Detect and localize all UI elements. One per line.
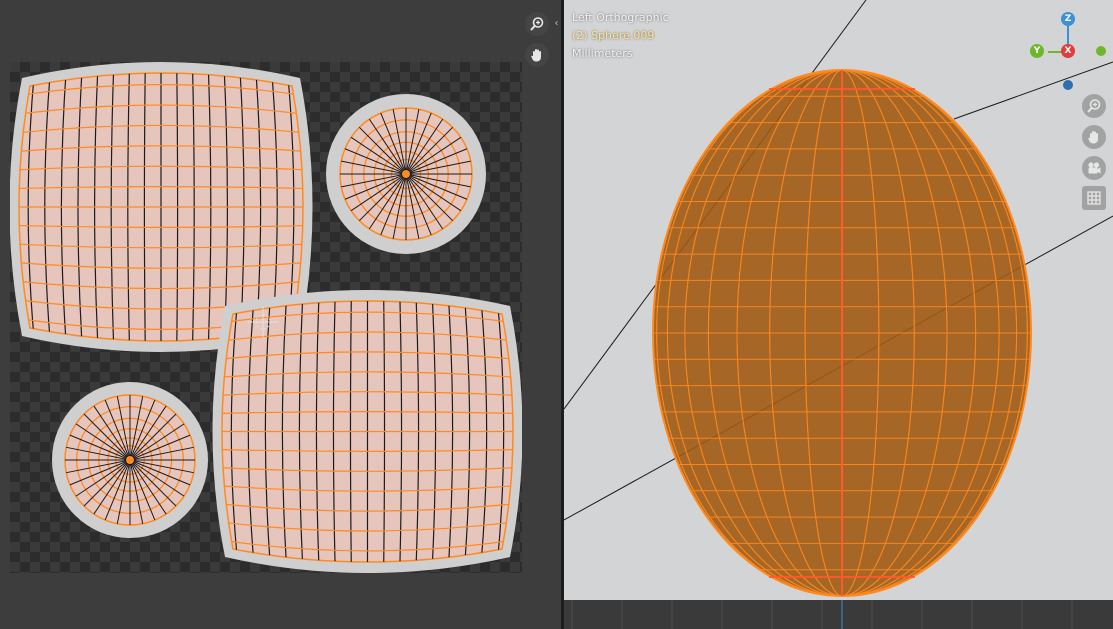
gizmo-y-axis[interactable]: Y (1030, 44, 1044, 58)
uv-canvas[interactable] (10, 62, 522, 573)
units-label: Millimeters (572, 47, 633, 60)
sidebar-collapse-arrow[interactable]: ‹ (552, 18, 561, 30)
uv-island-cap[interactable] (52, 382, 208, 538)
uv-island-body[interactable] (205, 270, 522, 573)
uv-island-cap[interactable] (326, 94, 486, 254)
3d-viewport[interactable]: Left Orthographic (2) Sphere.009 Millime… (564, 0, 1113, 629)
uv-editor-panel: ‹ (0, 0, 561, 629)
gizmo-z-axis[interactable]: Z (1061, 12, 1075, 26)
object-name-label: (2) Sphere.009 (572, 29, 655, 42)
camera-icon[interactable] (1082, 156, 1106, 180)
zoom-icon[interactable] (1082, 94, 1106, 118)
gizmo-x-axis[interactable]: X (1061, 44, 1075, 58)
viewport-bottom-strip (564, 600, 1113, 629)
gizmo-neg-y-axis[interactable] (1096, 46, 1106, 56)
axis-gizmo[interactable]: Z Y X (1018, 8, 1113, 98)
zoom-icon[interactable] (525, 12, 549, 36)
pan-hand-icon[interactable] (525, 43, 549, 67)
sphere-mesh[interactable] (652, 69, 1032, 597)
view-name-label: Left Orthographic (572, 11, 669, 24)
grid-icon[interactable] (1082, 186, 1106, 210)
pan-hand-icon[interactable] (1082, 125, 1106, 149)
gizmo-neg-z-axis[interactable] (1063, 80, 1073, 90)
uv-islands (10, 62, 522, 573)
